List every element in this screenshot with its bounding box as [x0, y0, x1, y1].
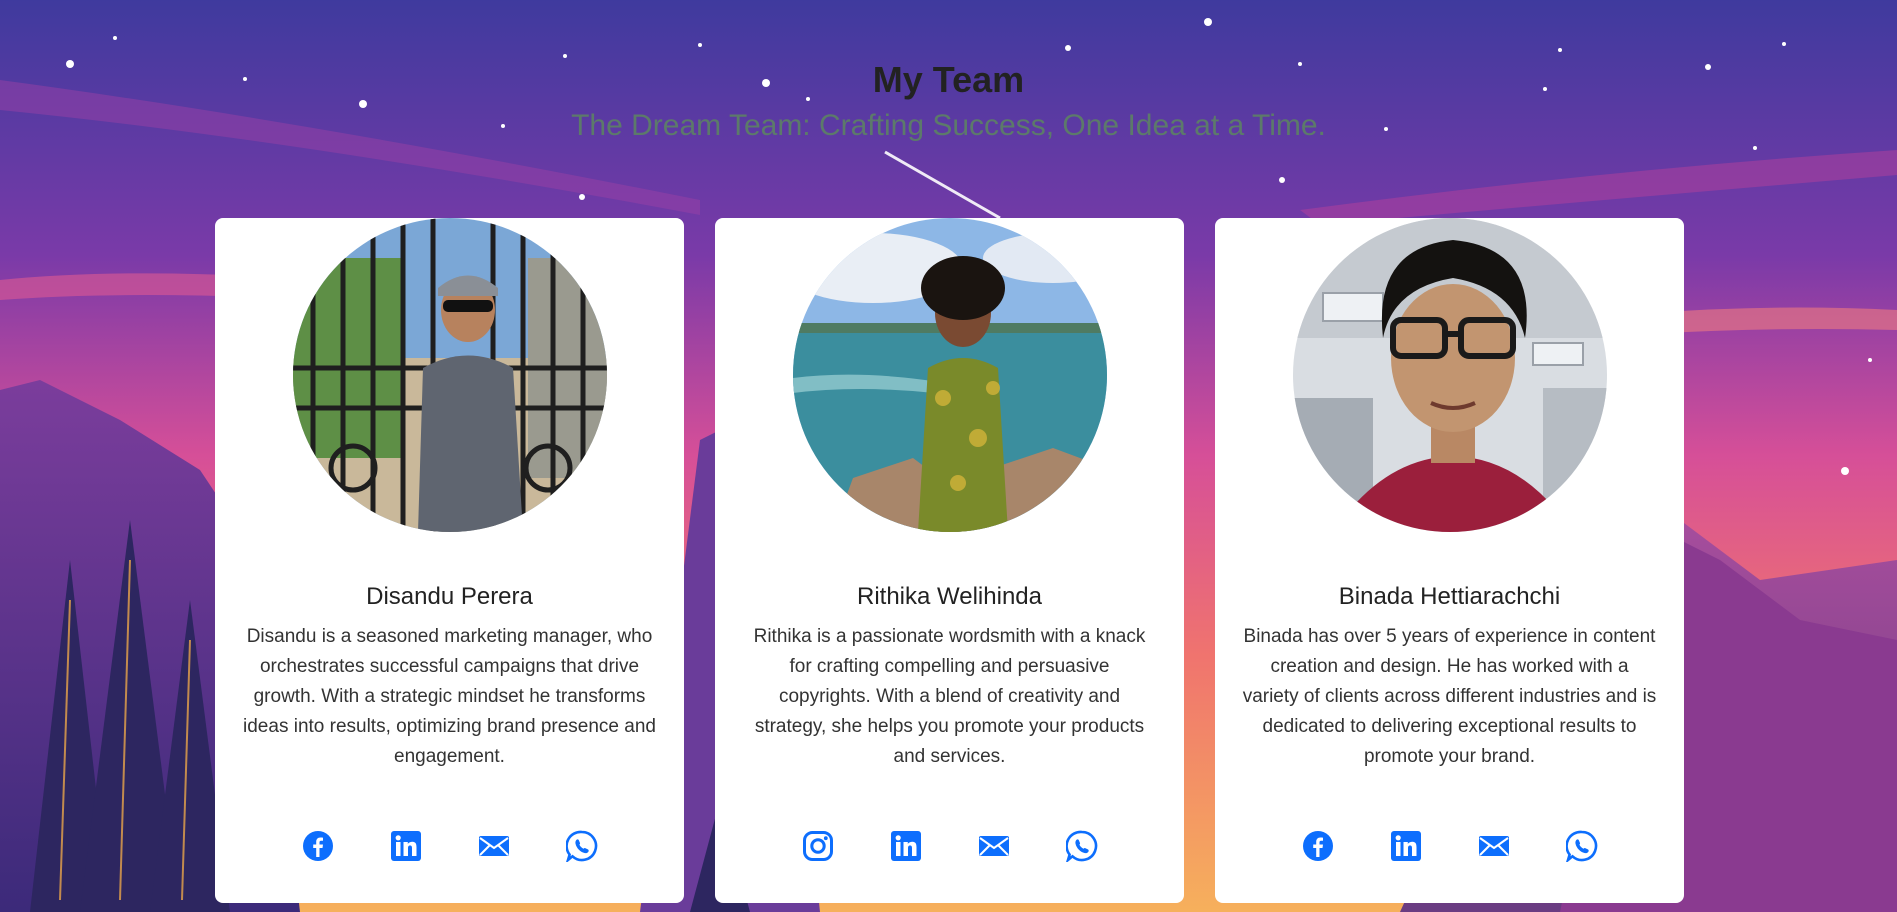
avatar-binada	[1292, 218, 1607, 532]
team-member-card-disandu: Disandu Perera Disandu is a seasoned mar…	[215, 218, 684, 903]
whatsapp-icon[interactable]	[1565, 830, 1598, 862]
linkedin-icon[interactable]	[890, 830, 922, 862]
page-subtitle: The Dream Team: Crafting Success, One Id…	[571, 109, 1326, 142]
whatsapp-icon[interactable]	[1065, 830, 1098, 862]
email-icon[interactable]	[1478, 830, 1510, 862]
facebook-icon[interactable]	[302, 830, 334, 862]
member-name: Disandu Perera	[366, 583, 533, 610]
team-header: My Team The Dream Team: Crafting Success…	[0, 58, 1897, 146]
facebook-icon[interactable]	[1302, 830, 1334, 862]
linkedin-icon[interactable]	[390, 830, 422, 862]
avatar-rithika	[792, 218, 1107, 532]
whatsapp-icon[interactable]	[565, 830, 598, 862]
linkedin-icon[interactable]	[1390, 830, 1422, 862]
team-cards: Disandu Perera Disandu is a seasoned mar…	[215, 218, 1684, 903]
member-name: Binada Hettiarachchi	[1338, 583, 1561, 610]
email-icon[interactable]	[478, 830, 510, 862]
team-member-card-binada: Binada Hettiarachchi Binada has over 5 y…	[1215, 218, 1684, 903]
member-bio: Disandu is a seasoned marketing manager,…	[243, 626, 656, 767]
instagram-icon[interactable]	[802, 830, 834, 862]
social-links	[215, 830, 684, 862]
member-name: Rithika Welihinda	[857, 583, 1042, 610]
email-icon[interactable]	[978, 830, 1010, 862]
social-links	[1215, 830, 1684, 862]
social-links	[715, 830, 1184, 862]
avatar-disandu	[292, 218, 607, 532]
team-member-card-rithika: Rithika Welihinda Rithika is a passionat…	[715, 218, 1184, 903]
member-bio: Rithika is a passionate wordsmith with a…	[753, 626, 1146, 767]
page-title: My Team	[872, 59, 1025, 100]
member-bio: Binada has over 5 years of experience in…	[1242, 626, 1657, 767]
